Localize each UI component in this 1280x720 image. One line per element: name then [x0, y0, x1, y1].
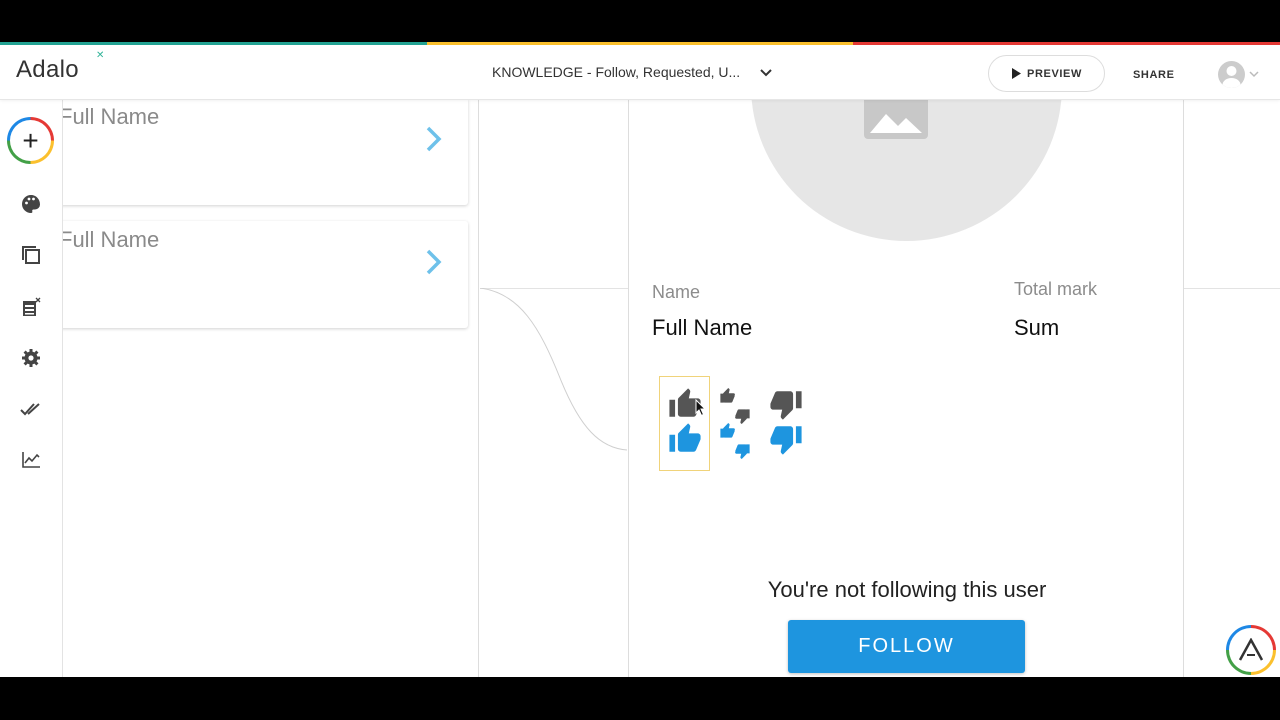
thumbs-up-icon[interactable]	[667, 422, 703, 456]
app-switcher[interactable]: KNOWLEDGE - Follow, Requested, U...	[492, 64, 772, 80]
thumbs-up-down-icon[interactable]	[716, 423, 754, 459]
chevron-down-icon	[760, 64, 772, 80]
link-arrow	[480, 288, 628, 451]
thumbs-down-icon[interactable]	[768, 422, 804, 456]
image-icon	[864, 100, 928, 139]
chevron-down-icon	[1249, 71, 1259, 78]
palette-icon[interactable]	[20, 193, 42, 215]
screens-icon[interactable]	[20, 244, 42, 266]
thumbs-down-icon[interactable]	[768, 387, 804, 421]
share-button[interactable]: SHARE	[1133, 69, 1175, 81]
left-toolbar: +	[0, 100, 63, 677]
gear-icon[interactable]	[20, 347, 42, 369]
preview-button[interactable]: PREVIEW	[988, 55, 1105, 92]
list-item-name: Full Name	[63, 104, 160, 129]
adalo-logo[interactable]: Adalo ✕	[16, 50, 104, 84]
total-mark-label: Total mark	[1014, 279, 1098, 299]
top-bar: Adalo ✕ KNOWLEDGE - Follow, Requested, U.…	[0, 45, 1280, 100]
canvas-divider	[1184, 288, 1280, 289]
app-frame: Adalo ✕ KNOWLEDGE - Follow, Requested, U.…	[0, 42, 1280, 677]
account-menu[interactable]	[1218, 61, 1259, 88]
list-item[interactable]: Full Name	[63, 100, 468, 205]
list-screen[interactable]: Full Name Full Name	[63, 100, 479, 677]
not-following-text: You're not following this user	[767, 577, 1047, 602]
analytics-icon[interactable]	[20, 449, 42, 471]
chevron-right-icon	[426, 126, 442, 157]
adalo-help-icon	[1229, 628, 1273, 672]
name-label: Name	[652, 282, 701, 302]
help-button[interactable]	[1226, 625, 1276, 675]
profile-screen[interactable]: Name Full Name Total mark Sum You're not…	[628, 100, 1184, 677]
sparkle-icon: ✕	[96, 50, 105, 61]
thumbs-up-down-icon[interactable]	[716, 388, 754, 424]
play-icon	[1012, 68, 1022, 79]
profile-image-placeholder[interactable]	[751, 100, 1062, 241]
list-item[interactable]: Full Name	[63, 221, 468, 328]
app-title: KNOWLEDGE - Follow, Requested, U...	[492, 64, 741, 80]
list-item-name: Full Name	[63, 227, 160, 252]
avatar-icon	[1218, 61, 1245, 88]
publish-check-icon[interactable]	[20, 398, 42, 420]
total-mark-value: Sum	[1014, 315, 1060, 340]
plus-icon: +	[10, 120, 51, 161]
follow-button[interactable]: FOLLOW	[788, 620, 1025, 673]
mouse-cursor-icon	[695, 399, 707, 417]
builder-canvas: Full Name Full Name Name Full Name Total…	[63, 100, 1280, 677]
database-icon[interactable]	[20, 296, 42, 318]
chevron-right-icon	[426, 249, 442, 280]
add-component-button[interactable]: +	[7, 117, 54, 164]
name-value: Full Name	[652, 315, 753, 340]
